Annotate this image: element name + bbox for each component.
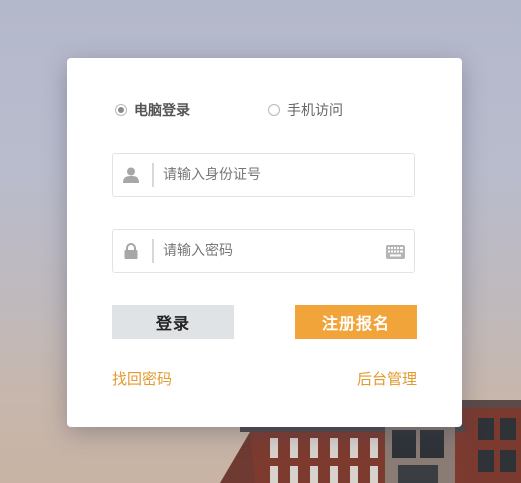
radio-checked-icon [115, 104, 127, 116]
field-divider [152, 239, 154, 263]
admin-link[interactable]: 后台管理 [357, 368, 417, 389]
radio-unchecked-icon [268, 104, 280, 116]
radio-pc-login-label: 电脑登录 [134, 103, 190, 119]
password-input[interactable] [163, 240, 383, 262]
radio-mobile-access-label: 手机访问 [287, 103, 343, 119]
forgot-password-link[interactable]: 找回密码 [112, 368, 172, 389]
radio-mobile-access[interactable]: 手机访问 [268, 100, 343, 120]
register-button[interactable]: 注册报名 [295, 305, 417, 339]
login-button[interactable]: 登录 [112, 305, 234, 339]
id-number-field [112, 153, 415, 197]
login-mode-radio-group: 电脑登录 手机访问 [115, 100, 415, 122]
lock-icon [124, 243, 138, 259]
radio-pc-login[interactable]: 电脑登录 [115, 100, 190, 120]
field-divider [152, 163, 154, 187]
login-card: 电脑登录 手机访问 登录 注册报名 找回密 [67, 58, 462, 427]
id-number-input[interactable] [163, 164, 383, 186]
password-field [112, 229, 415, 273]
keyboard-icon[interactable] [386, 245, 405, 259]
user-icon [123, 167, 139, 183]
